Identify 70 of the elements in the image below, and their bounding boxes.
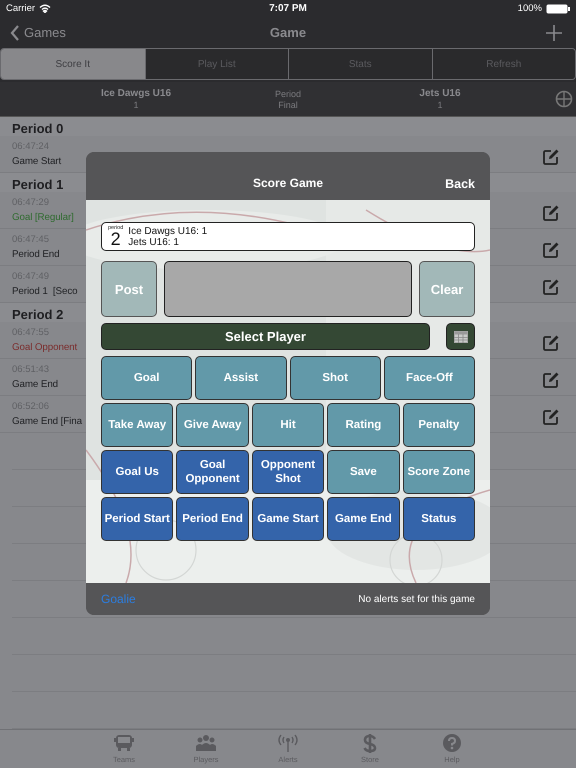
action-button[interactable]: Game End <box>327 497 400 541</box>
action-button[interactable]: Save <box>327 450 400 494</box>
action-button[interactable]: Take Away <box>101 403 174 447</box>
action-button[interactable]: Rating <box>327 403 400 447</box>
back-button[interactable]: Back <box>445 177 475 191</box>
action-button[interactable]: Penalty <box>402 403 475 447</box>
action-button[interactable]: Shot <box>290 356 381 400</box>
event-text[interactable]: Goal [Regular] <box>12 212 74 223</box>
segment-tab[interactable]: Score It <box>1 49 144 79</box>
event-text[interactable]: Game End [Fina <box>12 416 82 427</box>
action-button[interactable]: Goal Opponent <box>176 450 249 494</box>
clear-button[interactable]: Clear <box>419 261 475 317</box>
alerts-note: No alerts set for this game <box>358 594 475 604</box>
back-button[interactable]: Games <box>10 24 66 40</box>
edit-icon[interactable] <box>542 204 560 222</box>
plus-icon[interactable] <box>546 24 562 40</box>
action-button[interactable]: Period Start <box>101 497 174 541</box>
score-line: Ice Dawgs U16: 1 <box>128 226 208 236</box>
people-icon <box>195 734 217 753</box>
action-button[interactable]: Goal <box>101 356 192 400</box>
edit-icon[interactable] <box>542 148 560 166</box>
team-score: 1 <box>133 100 138 110</box>
action-button[interactable]: Period End <box>176 497 249 541</box>
period-value: Final <box>278 100 298 110</box>
bus-icon <box>113 734 135 753</box>
select-player-button[interactable]: Select Player <box>101 323 430 350</box>
team-name: Ice Dawgs U16 <box>100 88 172 99</box>
action-button[interactable]: Game Start <box>252 497 324 541</box>
action-button[interactable]: Status <box>402 497 475 541</box>
post-button[interactable]: Post <box>101 261 157 317</box>
edit-icon[interactable] <box>542 334 560 352</box>
action-button[interactable]: Assist <box>195 356 286 400</box>
screen-title: Game <box>270 25 306 40</box>
event-text[interactable]: Period 1 [Seco <box>12 286 78 297</box>
action-button[interactable]: Hit <box>252 403 324 447</box>
event-text[interactable]: Goal Opponent <box>12 342 78 353</box>
period-label: Period <box>274 88 301 98</box>
clock-time: 7:07 PM <box>269 3 307 14</box>
score-line: Jets U16: 1 <box>128 236 180 248</box>
period-heading: Period 2 <box>12 307 64 322</box>
team-name: Jets U16 <box>419 88 461 99</box>
edit-icon[interactable] <box>542 371 560 389</box>
action-button[interactable]: Goal Us <box>101 450 174 494</box>
battery-percent: 100% <box>518 3 542 14</box>
edit-icon[interactable] <box>542 408 560 426</box>
team-score: 1 <box>437 100 442 110</box>
antenna-icon <box>277 734 299 753</box>
note-field[interactable] <box>164 261 412 317</box>
period-heading: Period 1 <box>12 177 64 192</box>
carrier-name: Carrier <box>6 3 36 14</box>
period-heading: Period 0 <box>12 121 64 136</box>
event-text[interactable]: Period End <box>12 249 60 260</box>
event-text[interactable]: Game Start <box>12 156 62 167</box>
action-button[interactable]: Give Away <box>176 403 249 447</box>
action-button[interactable]: Face-Off <box>384 356 475 400</box>
table-icon <box>454 330 468 342</box>
dialog-title: Score Game <box>252 176 324 190</box>
event-text[interactable]: Game End <box>12 379 58 390</box>
grid-button[interactable] <box>446 323 475 350</box>
action-button[interactable]: Score Zone <box>402 450 475 494</box>
help-icon <box>441 734 463 753</box>
chevron-left-icon <box>10 24 20 40</box>
edit-icon[interactable] <box>542 278 560 296</box>
wifi-icon <box>39 4 52 13</box>
edit-icon[interactable] <box>542 241 560 259</box>
battery-icon <box>546 4 570 14</box>
action-button[interactable]: Opponent Shot <box>252 450 324 494</box>
period-number: 2 <box>110 231 121 248</box>
goalie-link[interactable]: Goalie <box>101 592 136 606</box>
crosshair-icon[interactable] <box>555 90 573 108</box>
